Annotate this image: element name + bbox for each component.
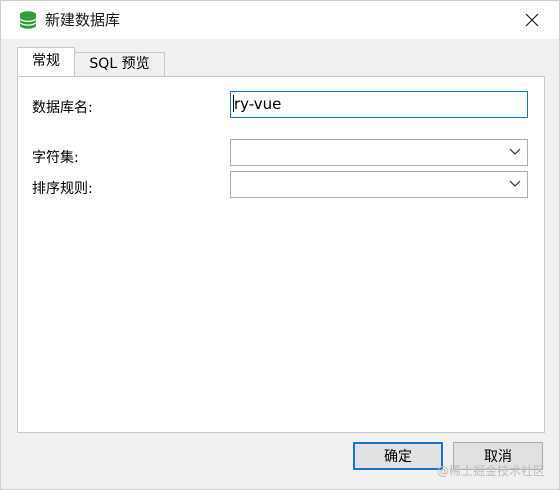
watermark: @稀土掘金技术社区: [436, 464, 545, 478]
db-name-label: 数据库名:: [32, 100, 93, 116]
new-database-dialog: 新建数据库 常规 SQL 预览 数据库名: ry-vue 字符集: 排序规则:: [0, 0, 560, 490]
window-title: 新建数据库: [45, 11, 121, 29]
tab-sql-preview[interactable]: SQL 预览: [75, 52, 165, 76]
charset-label: 字符集:: [32, 150, 79, 166]
charset-select[interactable]: [230, 139, 528, 166]
db-name-value: ry-vue: [234, 95, 282, 113]
collation-label: 排序规则:: [32, 181, 93, 197]
close-icon: [525, 13, 539, 27]
chevron-down-icon: [509, 180, 521, 187]
db-name-input[interactable]: ry-vue: [230, 91, 528, 118]
collation-select[interactable]: [230, 171, 528, 198]
tab-general[interactable]: 常规: [17, 47, 75, 76]
database-icon: [19, 11, 37, 29]
ok-button[interactable]: 确定: [353, 442, 443, 470]
general-panel: 数据库名: ry-vue 字符集: 排序规则:: [17, 76, 545, 433]
chevron-down-icon: [509, 148, 521, 155]
title-bar: 新建数据库: [1, 1, 559, 39]
close-button[interactable]: [521, 9, 543, 31]
